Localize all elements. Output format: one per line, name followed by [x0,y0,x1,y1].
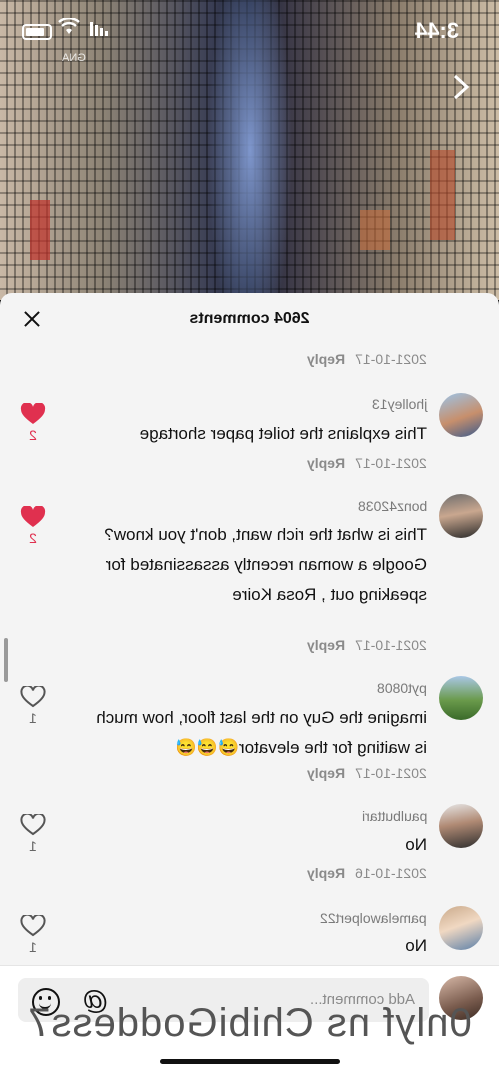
comments-sheet: 2604 comments 2021-10-17Reply jholley13 … [0,293,499,1080]
avatar[interactable] [439,804,483,848]
reply-button[interactable]: Reply [307,765,345,781]
comment-date: 2021-10-17 [355,455,427,471]
reply-button[interactable]: Reply [307,865,345,881]
comment-meta: 2021-10-16 Reply [307,865,427,881]
comment-username[interactable]: jholley13 [372,396,427,412]
comment-username[interactable]: bonz42038 [358,498,427,514]
comment-username[interactable]: pamelawolpert22 [320,910,427,926]
comment-text: No [405,835,427,854]
comment-date: 2021-10-17 [355,351,427,367]
comment-meta: 2021-10-17 Reply [307,351,427,367]
heart-outline-icon [20,686,46,708]
watermark-text: 0nlyf ns ChibiGoddess7 [27,1001,472,1045]
heart-filled-icon [20,506,46,527]
heart-filled-icon [20,403,46,424]
like-count: 1 [29,710,37,726]
comment-meta: 2021-10-17 Reply [307,455,427,471]
video-detail [30,200,50,260]
comment-text: No [405,936,427,955]
comment-date: 2021-10-17 [355,765,427,781]
comment-username[interactable]: pyt0808 [377,680,427,696]
like-count: 1 [29,939,37,955]
signal-icon [90,22,108,36]
scrollbar[interactable] [4,638,8,682]
like-button[interactable]: 1 [20,686,46,726]
status-bar: 3:44 [0,0,499,60]
chevron-right-icon[interactable] [449,72,479,102]
like-count: 1 [29,838,37,854]
status-time: 3:44 [414,18,459,43]
like-count: 2 [29,530,37,546]
comment-meta: 2021-10-17 Reply [307,637,427,653]
like-count: 2 [29,427,37,443]
avatar[interactable] [439,393,483,437]
comment-date: 2021-10-16 [355,865,427,881]
comments-header: 2604 comments [0,293,499,345]
home-indicator [160,1059,340,1064]
reply-button[interactable]: Reply [307,351,345,367]
heart-outline-icon [20,915,46,937]
like-button[interactable]: 2 [20,403,46,443]
comment-date: 2021-10-17 [355,637,427,653]
heart-outline-icon [20,814,46,836]
like-button[interactable]: 1 [20,915,46,955]
comment-text: imagine the Guy on the last floor, how m… [96,708,427,757]
video-detail [430,150,455,240]
like-button[interactable]: 2 [20,506,46,546]
comment-meta: 2021-10-17 Reply [307,765,427,781]
comment-text: This explains the toilet paper shortage [139,424,427,443]
comments-title: 2604 comments [189,310,310,327]
comment-username[interactable]: paulbuttari [362,808,427,824]
avatar[interactable] [439,494,483,538]
reply-button[interactable]: Reply [307,637,345,653]
avatar[interactable] [439,676,483,720]
avatar[interactable] [439,906,483,950]
video-detail [360,210,390,250]
like-button[interactable]: 1 [20,814,46,854]
wifi-icon [58,17,80,41]
battery-icon [22,24,52,40]
reply-button[interactable]: Reply [307,455,345,471]
comment-text: This is what the rich want, don't you kn… [104,525,427,604]
